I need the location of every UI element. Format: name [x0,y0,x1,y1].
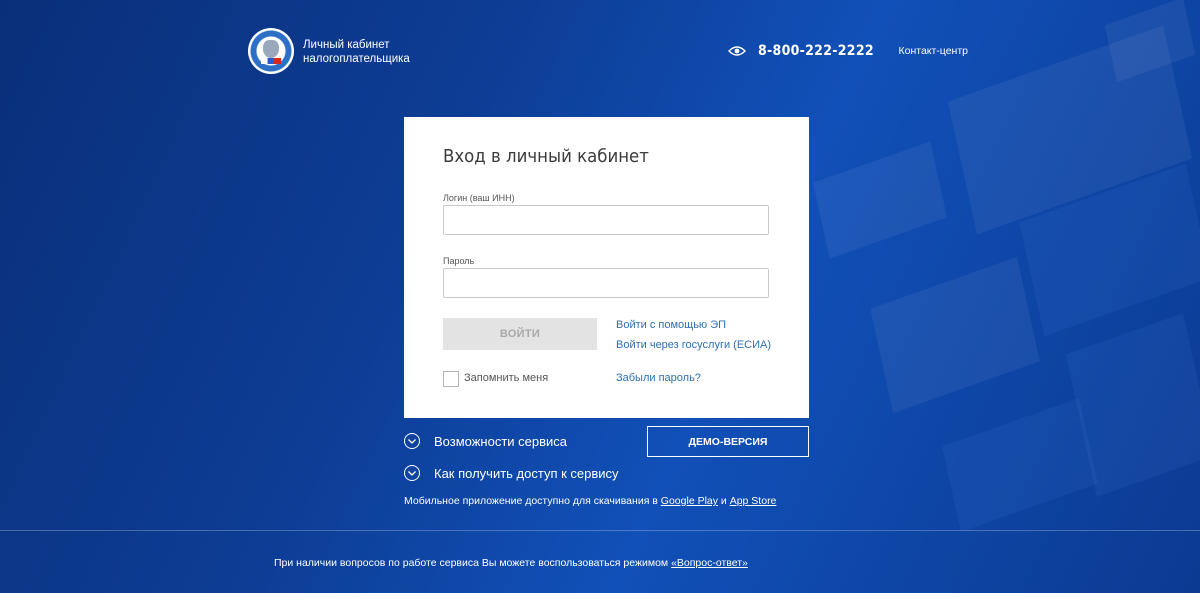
password-field-label: Пароль [443,256,475,266]
eagle-icon [263,40,279,58]
footer-note: При наличии вопросов по работе сервиса В… [274,557,748,569]
contact-block: 8-800-222-2222 Контакт-центр [727,43,969,59]
fns-emblem-logo[interactable] [248,28,294,74]
eye-icon[interactable] [727,45,746,57]
mobile-note-and: и [718,495,730,507]
login-title: Вход в личный кабинет [443,146,649,167]
remember-me-checkbox[interactable] [443,371,459,387]
mobile-note-text: Мобильное приложение доступно для скачив… [404,495,661,507]
faq-link[interactable]: «Вопрос-ответ» [671,557,748,569]
forgot-password-link[interactable]: Забыли пароль? [616,372,701,384]
login-card: Вход в личный кабинет Логин (ваш ИНН) Па… [404,117,809,418]
brand-line-2: налогоплательщика [303,53,410,65]
contact-center-label: Контакт-центр [898,45,969,57]
header: Личный кабинет налогоплательщика 8-800-2… [248,28,968,78]
feature-item-access[interactable]: Как получить доступ к сервису [404,463,619,483]
login-ep-link[interactable]: Войти с помощью ЭП [616,319,726,331]
brand-line-1: Личный кабинет [303,39,390,51]
brand-title[interactable]: Личный кабинет налогоплательщика [303,38,410,66]
flag-ribbon-icon [261,58,281,64]
app-store-link[interactable]: App Store [730,495,777,507]
login-input[interactable] [443,205,769,235]
feature-item-label: Возможности сервиса [434,433,568,449]
mobile-app-note: Мобильное приложение доступно для скачив… [404,495,776,507]
footer-text: При наличии вопросов по работе сервиса В… [274,557,672,569]
login-esia-link[interactable]: Войти через госуслуги (ЕСИА) [616,339,771,351]
login-submit-button[interactable]: ВОЙТИ [443,318,597,350]
google-play-link[interactable]: Google Play [661,495,718,507]
features-list: Возможности сервиса Как получить доступ … [404,431,619,495]
feature-item-capabilities[interactable]: Возможности сервиса [404,431,619,451]
demo-version-button[interactable]: ДЕМО-ВЕРСИЯ [647,426,809,457]
chevron-down-icon [404,465,420,481]
remember-me-label: Запомнить меня [464,372,549,384]
password-input[interactable] [443,268,769,298]
contact-phone[interactable]: 8-800-222-2222 [758,43,874,59]
login-field-label: Логин (ваш ИНН) [443,193,515,203]
feature-item-label: Как получить доступ к сервису [434,465,619,481]
footer-divider [0,530,1200,531]
chevron-down-icon [404,433,420,449]
